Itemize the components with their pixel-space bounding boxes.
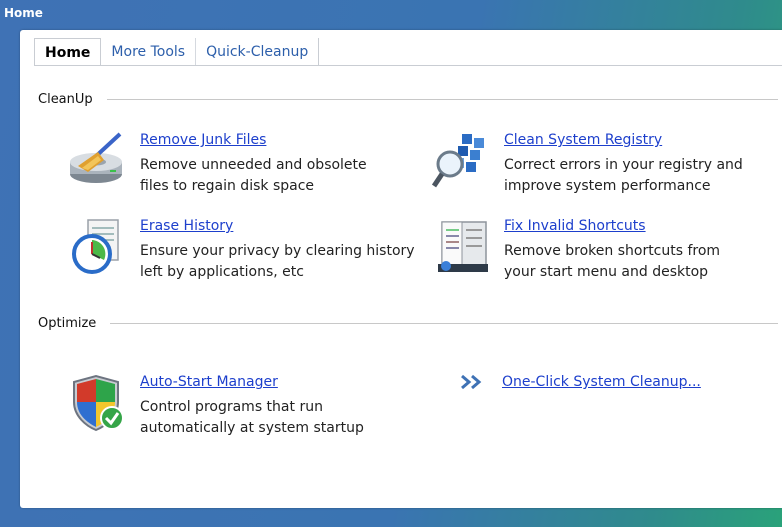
remove-junk-files-link[interactable]: Remove Junk Files <box>140 132 266 148</box>
auto-start-manager-description: Control programs that run automatically … <box>140 399 364 436</box>
clean-system-registry-link[interactable]: Clean System Registry <box>504 132 662 148</box>
erase-history-description: Ensure your privacy by clearing history … <box>140 243 415 280</box>
tab-strip: Home More Tools Quick-Cleanup <box>34 38 320 66</box>
section-header-optimize: Optimize <box>38 316 778 331</box>
clock-history-icon <box>72 219 119 274</box>
one-click-cleanup-link[interactable]: One-Click System Cleanup... <box>502 374 701 390</box>
registry-magnifier-icon <box>432 134 484 188</box>
tab-underline <box>34 65 782 66</box>
one-click-cleanup[interactable]: One-Click System Cleanup... <box>460 374 701 390</box>
section-divider <box>110 323 778 324</box>
double-chevron-right-icon <box>461 374 482 390</box>
fix-invalid-shortcuts-description: Remove broken shortcuts from your start … <box>504 243 721 280</box>
tab-quick-cleanup[interactable]: Quick-Cleanup <box>196 38 320 66</box>
remove-junk-files-description: Remove unneeded and obsolete files to re… <box>140 157 367 194</box>
shield-check-icon <box>73 374 124 432</box>
section-header-cleanup: CleanUp <box>38 92 778 107</box>
broom-disk-icon <box>70 132 122 183</box>
clean-system-registry-description: Correct errors in your registry and impr… <box>504 157 743 194</box>
erase-history-link[interactable]: Erase History <box>140 218 233 234</box>
fix-invalid-shortcuts-link[interactable]: Fix Invalid Shortcuts <box>504 218 646 234</box>
start-menu-icon <box>438 221 488 272</box>
tab-more-tools[interactable]: More Tools <box>101 38 197 66</box>
title-bar: Home <box>0 0 782 30</box>
auto-start-manager-link[interactable]: Auto-Start Manager <box>140 374 278 390</box>
section-label-optimize: Optimize <box>38 316 97 331</box>
tab-home[interactable]: Home <box>34 38 102 66</box>
section-divider <box>106 99 778 100</box>
window-title: Home <box>4 6 43 20</box>
section-label-cleanup: CleanUp <box>38 92 93 107</box>
main-panel: Home More Tools Quick-Cleanup CleanUp Re… <box>20 30 782 508</box>
